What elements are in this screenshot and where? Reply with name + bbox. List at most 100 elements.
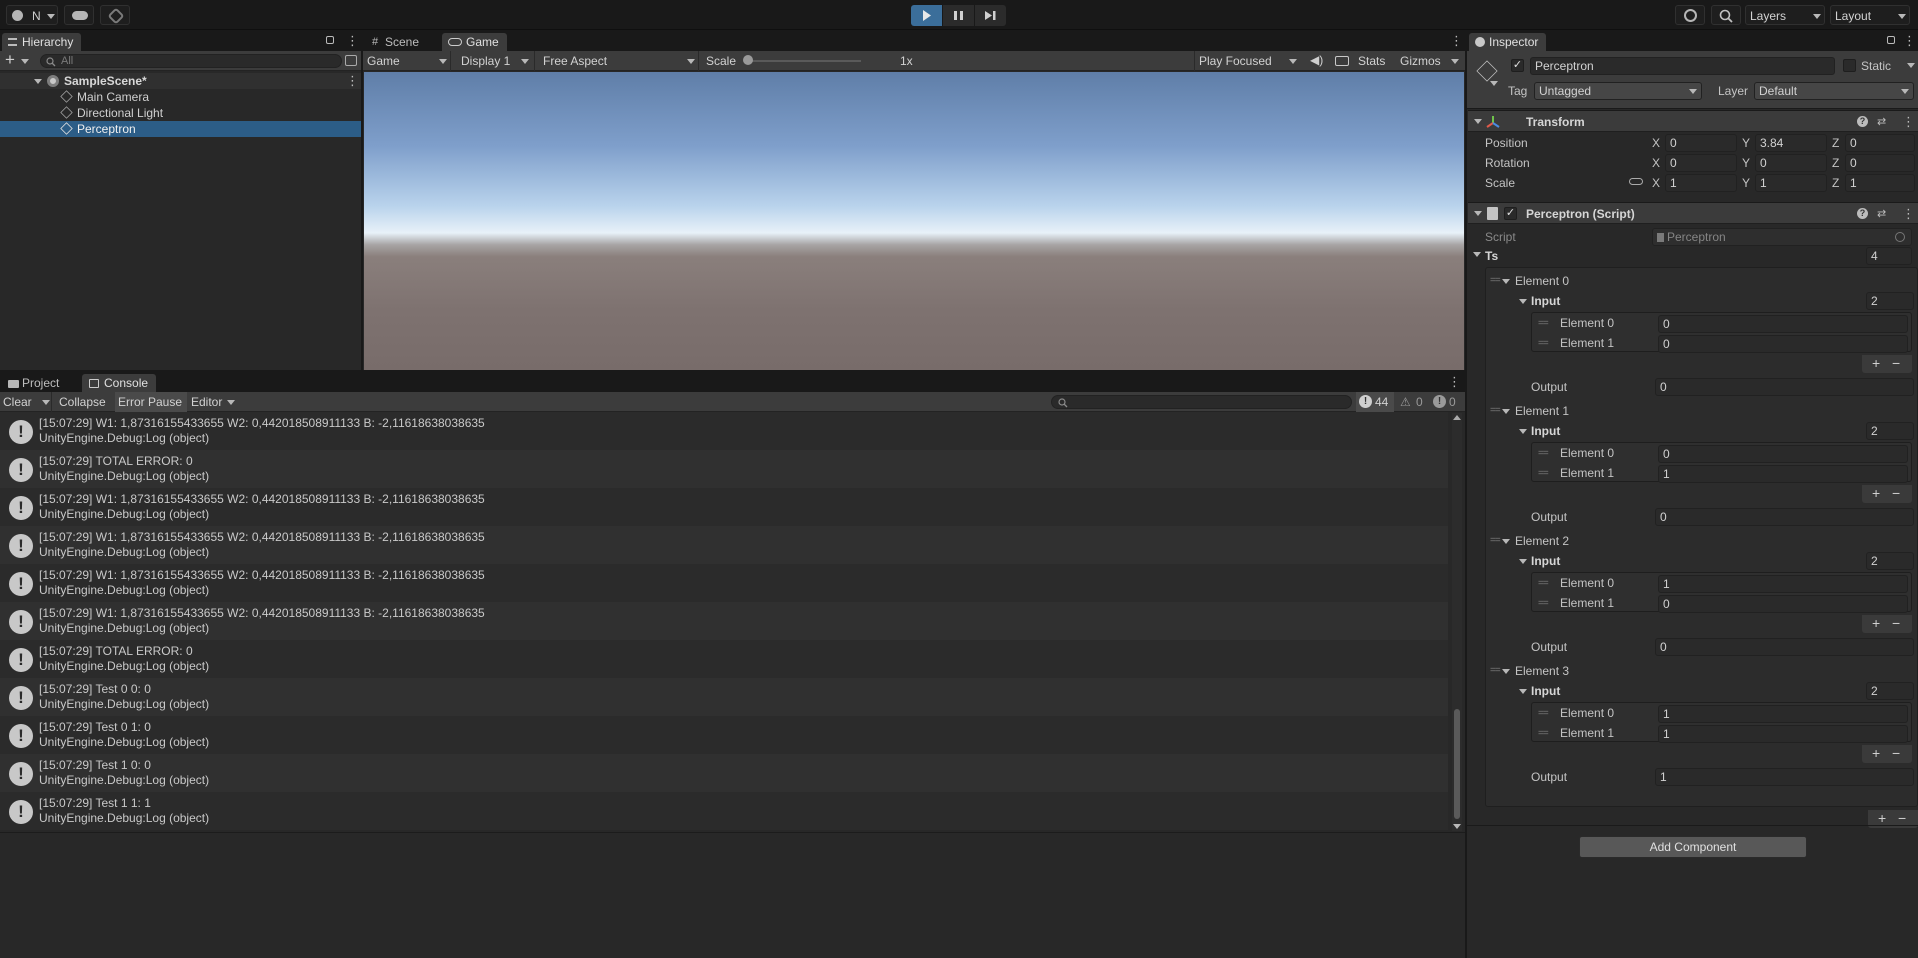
game-viewport[interactable]	[364, 72, 1464, 370]
help-icon[interactable]: ?	[1857, 208, 1868, 219]
preset-icon[interactable]: ⇄	[1877, 207, 1886, 220]
add-element-icon[interactable]: +	[1872, 745, 1880, 761]
lock-icon[interactable]	[1887, 36, 1895, 44]
drag-handle-icon[interactable]: ==	[1490, 276, 1501, 286]
collab-button[interactable]	[100, 5, 130, 25]
drag-handle-icon[interactable]: ==	[1538, 729, 1549, 739]
drag-handle-icon[interactable]: ==	[1538, 339, 1549, 349]
output-field[interactable]: 0	[1655, 638, 1914, 656]
tab-project[interactable]: Project	[2, 374, 67, 392]
preset-icon[interactable]: ⇄	[1877, 115, 1886, 128]
more-options-icon[interactable]: ⋮	[346, 34, 359, 47]
aspect-dropdown[interactable]: Free Aspect	[539, 51, 699, 71]
chevron-down-icon[interactable]	[1490, 81, 1498, 86]
mute-audio-icon[interactable]: ◀)	[1310, 53, 1323, 67]
scene-filter-icon[interactable]	[345, 55, 357, 66]
input-element-field[interactable]: 0	[1658, 315, 1908, 333]
ts-size-field[interactable]: 4	[1866, 247, 1912, 265]
gizmos-button[interactable]: Gizmos	[1400, 54, 1441, 68]
add-component-button[interactable]: Add Component	[1579, 836, 1807, 858]
input-size-field[interactable]: 2	[1866, 422, 1914, 440]
output-field[interactable]: 1	[1655, 768, 1914, 786]
axis-y-label[interactable]: Y	[1742, 176, 1750, 190]
layers-dropdown[interactable]: Layers	[1745, 5, 1825, 25]
input-size-field[interactable]: 2	[1866, 552, 1914, 570]
expand-arrow-icon[interactable]	[34, 79, 42, 84]
axis-x-label[interactable]: X	[1652, 136, 1660, 150]
object-name-field[interactable]: Perceptron	[1530, 57, 1835, 75]
remove-element-icon[interactable]: −	[1898, 810, 1906, 826]
input-element-field[interactable]: 1	[1658, 725, 1908, 743]
log-entry[interactable]: ! [15:07:29] Test 0 0: 0 UnityEngine.Debug…	[0, 678, 1448, 716]
log-entry[interactable]: ! [15:07:29] Test 1 0: 0 UnityEngine.Debug…	[0, 754, 1448, 792]
static-checkbox[interactable]	[1843, 59, 1856, 72]
foldout-arrow-icon[interactable]	[1519, 299, 1527, 304]
scale-slider[interactable]	[747, 60, 861, 62]
hierarchy-item-perceptron[interactable]: Perceptron	[0, 121, 361, 137]
log-entry[interactable]: ! [15:07:29] W1: 1,87316155433655 W2: 0,4…	[0, 564, 1448, 602]
input-element-field[interactable]: 1	[1658, 465, 1908, 483]
console-search-input[interactable]	[1051, 395, 1352, 409]
scrollbar-thumb[interactable]	[1454, 709, 1460, 819]
foldout-arrow-icon[interactable]	[1519, 559, 1527, 564]
clear-button[interactable]: Clear	[0, 392, 52, 412]
tab-console[interactable]: Console	[82, 374, 157, 392]
log-entry[interactable]: ! [15:07:29] W1: 1,87316155433655 W2: 0,4…	[0, 602, 1448, 640]
add-element-icon[interactable]: +	[1872, 615, 1880, 631]
lock-icon[interactable]	[326, 36, 334, 44]
input-element-field[interactable]: 0	[1658, 595, 1908, 613]
remove-element-icon[interactable]: −	[1892, 485, 1900, 501]
foldout-arrow-icon[interactable]	[1502, 669, 1510, 674]
log-entry[interactable]: ! [15:07:29] Test 1 1: 1 UnityEngine.Debug…	[0, 792, 1448, 830]
error-count-toggle[interactable]: ! 0	[1430, 392, 1460, 412]
axis-x-label[interactable]: X	[1652, 156, 1660, 170]
hierarchy-item-main-camera[interactable]: Main Camera	[0, 89, 360, 105]
axis-z-label[interactable]: Z	[1832, 136, 1839, 150]
input-element-field[interactable]: 0	[1658, 335, 1908, 353]
input-element-field[interactable]: 1	[1658, 705, 1908, 723]
foldout-arrow-icon[interactable]	[1474, 211, 1482, 216]
add-element-icon[interactable]: +	[1878, 810, 1886, 826]
scroll-down-arrow-icon[interactable]	[1453, 824, 1461, 829]
add-icon[interactable]: +	[5, 51, 15, 69]
output-field[interactable]: 0	[1655, 378, 1914, 396]
rotation-y-field[interactable]: 0	[1755, 154, 1827, 172]
input-element-field[interactable]: 0	[1658, 445, 1908, 463]
axis-z-label[interactable]: Z	[1832, 156, 1839, 170]
transform-header[interactable]: Transform ? ⇄ ⋮	[1468, 110, 1918, 132]
enabled-checkbox[interactable]: ✓	[1504, 207, 1517, 220]
warning-count-toggle[interactable]: ⚠ 0	[1397, 392, 1427, 412]
scene-row[interactable]: SampleScene* ⋮	[0, 73, 361, 89]
log-entry[interactable]: ! [15:07:29] W1: 1,87316155433655 W2: 0,4…	[0, 526, 1448, 564]
tab-scene[interactable]: # Scene	[365, 33, 427, 51]
tab-game[interactable]: Game	[442, 33, 507, 51]
drag-handle-icon[interactable]: ==	[1490, 666, 1501, 676]
position-z-field[interactable]: 0	[1845, 134, 1915, 152]
input-size-field[interactable]: 2	[1866, 682, 1914, 700]
more-options-icon[interactable]: ⋮	[1903, 34, 1916, 47]
tab-hierarchy[interactable]: Hierarchy	[2, 33, 82, 51]
pause-button[interactable]	[943, 5, 974, 26]
more-options-icon[interactable]: ⋮	[346, 74, 359, 87]
input-element-field[interactable]: 1	[1658, 575, 1908, 593]
scale-z-field[interactable]: 1	[1845, 174, 1915, 192]
display-dropdown[interactable]: Display 1	[457, 51, 535, 71]
drag-handle-icon[interactable]: ==	[1538, 449, 1549, 459]
constrain-proportions-icon[interactable]	[1629, 178, 1643, 185]
remove-element-icon[interactable]: −	[1892, 745, 1900, 761]
hierarchy-item-directional-light[interactable]: Directional Light	[0, 105, 360, 121]
remove-element-icon[interactable]: −	[1892, 355, 1900, 371]
editor-dropdown[interactable]: Editor	[190, 392, 238, 412]
log-entry[interactable]: ! [15:07:29] TOTAL ERROR: 0 UnityEngine.De…	[0, 640, 1448, 678]
rotation-z-field[interactable]: 0	[1845, 154, 1915, 172]
add-element-icon[interactable]: +	[1872, 355, 1880, 371]
foldout-arrow-icon[interactable]	[1502, 279, 1510, 284]
foldout-arrow-icon[interactable]	[1519, 689, 1527, 694]
drag-handle-icon[interactable]: ==	[1490, 536, 1501, 546]
position-y-field[interactable]: 3.84	[1755, 134, 1827, 152]
position-x-field[interactable]: 0	[1665, 134, 1737, 152]
history-button[interactable]	[1675, 5, 1705, 25]
play-button[interactable]	[911, 5, 942, 26]
perceptron-script-header[interactable]: ✓ Perceptron (Script) ? ⇄ ⋮	[1468, 202, 1918, 224]
search-button[interactable]	[1711, 5, 1741, 25]
